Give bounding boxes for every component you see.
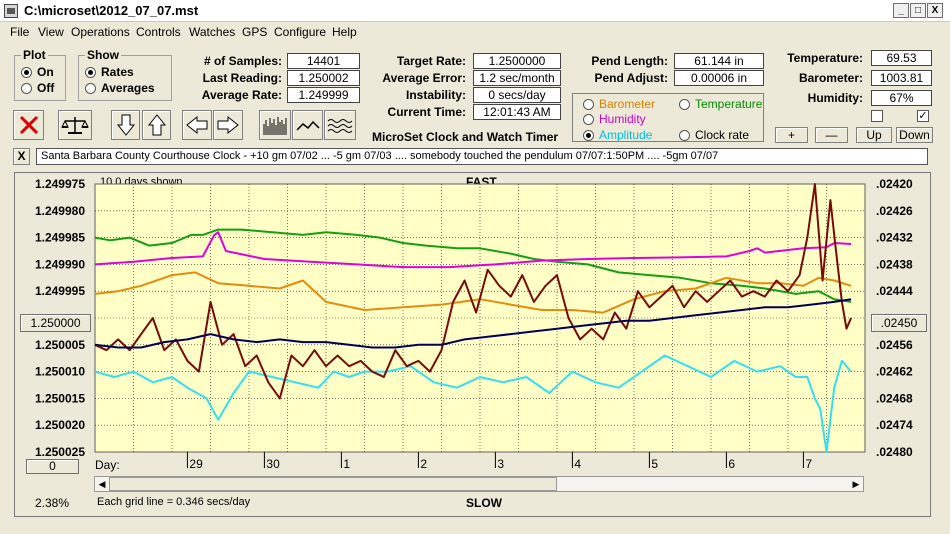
scroll-left-icon[interactable]: ◀ — [95, 477, 109, 491]
percent-label: 2.38% — [35, 496, 70, 510]
y-tick-right: .02432 — [876, 231, 913, 245]
y-tick-left: 1.249995 — [35, 284, 85, 298]
y-tick-left: 1.250020 — [35, 418, 85, 432]
y-tick-right: .02456 — [876, 338, 913, 352]
x-tick-label: 30 — [266, 457, 280, 471]
y-tick-right: .02426 — [876, 204, 913, 218]
y-tick-left: 1.249990 — [35, 257, 85, 271]
y-tick-left: 1.249985 — [35, 231, 85, 245]
x-tick-label: 5 — [651, 457, 658, 471]
rate-chart[interactable]: 1.249975 1.249980 1.249985 1.249990 1.249995… — [0, 0, 950, 534]
grid-note-label: Each grid line = 0.346 secs/day — [97, 496, 251, 508]
x-tick-label: 2 — [420, 457, 427, 471]
x-tick-label: 1 — [343, 457, 350, 471]
y-tick-right: .02444 — [876, 284, 913, 298]
y-tick-right: .02462 — [876, 365, 913, 379]
scroll-thumb[interactable] — [109, 477, 557, 491]
y-tick-left: 1.250010 — [35, 365, 85, 379]
day-axis-label: Day: — [95, 458, 120, 472]
y-tick-right: .02468 — [876, 391, 913, 405]
zero-button[interactable]: 0 — [26, 459, 79, 474]
slow-label: SLOW — [466, 496, 502, 510]
center-left-button[interactable]: 1.250000 — [20, 314, 91, 332]
x-tick-label: 4 — [574, 457, 581, 471]
y-tick-left: 1.249975 — [35, 177, 85, 191]
x-tick-label: 7 — [805, 457, 812, 471]
y-tick-right: .02438 — [876, 257, 913, 271]
scroll-right-icon[interactable]: ▶ — [849, 477, 863, 491]
y-tick-left: 1.249980 — [35, 204, 85, 218]
y-tick-left: 1.250025 — [35, 445, 85, 459]
y-tick-right: .02420 — [876, 177, 913, 191]
x-tick-label: 3 — [497, 457, 504, 471]
y-tick-left: 1.250005 — [35, 338, 85, 352]
x-tick-label: 29 — [189, 457, 203, 471]
center-right-button[interactable]: .02450 — [871, 314, 927, 332]
x-tick-label: 6 — [728, 457, 735, 471]
y-tick-left: 1.250015 — [35, 391, 85, 405]
time-scrollbar[interactable]: ◀ ▶ — [94, 476, 864, 492]
x-axis: 29 30 1 2 3 4 5 6 7 — [186, 452, 812, 471]
y-tick-right: .02474 — [876, 418, 913, 432]
y-tick-right: .02480 — [876, 445, 913, 459]
